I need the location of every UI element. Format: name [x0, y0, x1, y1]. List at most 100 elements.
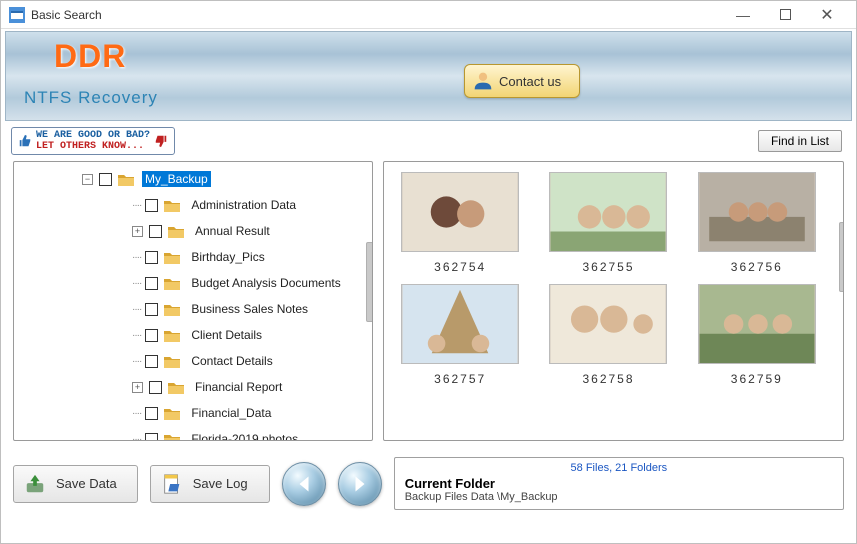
save-log-label: Save Log — [193, 476, 248, 491]
tree-item-label: Annual Result — [192, 223, 273, 239]
close-button[interactable]: ✕ — [806, 3, 848, 27]
save-data-label: Save Data — [56, 476, 117, 491]
tree-item-label: Budget Analysis Documents — [188, 275, 343, 291]
thumbnail-panel: 362754 362755 362756 362757 362758 362759 — [383, 161, 844, 441]
save-log-button[interactable]: Save Log — [150, 465, 270, 503]
checkbox[interactable] — [145, 355, 158, 368]
folder-tree[interactable]: − My_Backup ···· Administration Data + Annu… — [14, 162, 372, 440]
tree-item-label: Contact Details — [188, 353, 275, 369]
tree-item-label: Florida-2019 photos — [188, 431, 301, 440]
thumbnail-item[interactable]: 362754 — [396, 172, 524, 274]
chevron-left-icon — [295, 475, 313, 493]
tree-connector: ···· — [132, 330, 141, 341]
find-in-list-button[interactable]: Find in List — [758, 130, 842, 152]
tree-connector: ···· — [132, 304, 141, 315]
checkbox[interactable] — [149, 225, 162, 238]
tree-item[interactable]: ···· Client Details — [14, 322, 372, 348]
checkbox[interactable] — [145, 251, 158, 264]
feedback-badge[interactable]: WE ARE GOOD OR BAD? LET OTHERS KNOW... — [11, 127, 175, 155]
folder-icon — [164, 303, 180, 316]
checkbox[interactable] — [145, 407, 158, 420]
thumbnail-caption: 362755 — [544, 260, 672, 274]
folder-icon — [168, 381, 184, 394]
tree-connector: ···· — [132, 434, 141, 441]
feedback-line1: WE ARE GOOD OR BAD? — [36, 130, 150, 141]
tree-item-label: Administration Data — [188, 197, 299, 213]
thumbnail-caption: 362759 — [693, 372, 821, 386]
thumbs-up-icon — [18, 134, 32, 148]
tree-item[interactable]: ···· Budget Analysis Documents — [14, 270, 372, 296]
checkbox[interactable] — [145, 303, 158, 316]
thumbnail-caption: 362756 — [693, 260, 821, 274]
tree-root-label: My_Backup — [142, 171, 211, 187]
checkbox[interactable] — [99, 173, 112, 186]
tree-connector: ···· — [132, 278, 141, 289]
save-data-button[interactable]: Save Data — [13, 465, 138, 503]
tree-item[interactable]: ···· Administration Data — [14, 192, 372, 218]
folder-tree-panel: − My_Backup ···· Administration Data + Annu… — [13, 161, 373, 441]
tree-item[interactable]: + Annual Result — [14, 218, 372, 244]
thumbnail-image — [549, 172, 667, 252]
prev-button[interactable] — [282, 462, 326, 506]
tree-item[interactable]: ···· Birthday_Pics — [14, 244, 372, 270]
folder-icon — [164, 329, 180, 342]
chevron-right-icon — [351, 475, 369, 493]
checkbox[interactable] — [145, 329, 158, 342]
tree-item[interactable]: ···· Contact Details — [14, 348, 372, 374]
tree-item[interactable]: ···· Financial_Data — [14, 400, 372, 426]
file-count-label: 58 Files, 21 Folders — [405, 462, 833, 474]
collapse-icon[interactable]: − — [82, 174, 93, 185]
titlebar: Basic Search — ✕ — [1, 1, 856, 29]
thumbnail-image — [549, 284, 667, 364]
tree-item-label: Client Details — [188, 327, 265, 343]
app-icon — [9, 7, 25, 23]
tree-item-label: Financial Report — [192, 379, 285, 395]
tree-connector: ···· — [132, 252, 141, 263]
tree-scrollbar[interactable] — [366, 242, 373, 322]
tree-item-label: Birthday_Pics — [188, 249, 267, 265]
tree-item-label: Business Sales Notes — [188, 301, 311, 317]
checkbox[interactable] — [145, 199, 158, 212]
product-name: NTFS Recovery — [24, 88, 158, 108]
folder-icon — [164, 433, 180, 441]
thumbnail-item[interactable]: 362758 — [544, 284, 672, 386]
tree-item[interactable]: ···· Business Sales Notes — [14, 296, 372, 322]
tree-item[interactable]: ···· Florida-2019 photos — [14, 426, 372, 440]
folder-icon — [118, 173, 134, 186]
next-button[interactable] — [338, 462, 382, 506]
folder-icon — [164, 251, 180, 264]
thumbnail-item[interactable]: 362755 — [544, 172, 672, 274]
folder-icon — [164, 407, 180, 420]
tree-root-row[interactable]: − My_Backup — [14, 166, 372, 192]
thumbnail-image — [401, 284, 519, 364]
folder-icon — [164, 277, 180, 290]
toolbar-row: WE ARE GOOD OR BAD? LET OTHERS KNOW... F… — [1, 125, 856, 157]
checkbox[interactable] — [145, 433, 158, 441]
checkbox[interactable] — [145, 277, 158, 290]
expand-icon[interactable]: + — [132, 382, 143, 393]
log-file-icon — [161, 473, 183, 495]
folder-icon — [164, 355, 180, 368]
thumbnail-caption: 362754 — [396, 260, 524, 274]
expand-icon[interactable]: + — [132, 226, 143, 237]
contact-us-button[interactable]: Contact us — [464, 64, 580, 98]
thumbnail-image — [401, 172, 519, 252]
thumb-scrollbar[interactable] — [839, 222, 844, 292]
footer: Save Data Save Log 58 Files, 21 Folders … — [1, 453, 856, 518]
thumbnail-caption: 362758 — [544, 372, 672, 386]
thumbs-down-icon — [154, 134, 168, 148]
window-title: Basic Search — [31, 8, 722, 22]
tree-connector: ···· — [132, 408, 141, 419]
header-banner: DDR NTFS Recovery Contact us — [5, 31, 852, 121]
tree-connector: ···· — [132, 356, 141, 367]
thumbnail-item[interactable]: 362756 — [693, 172, 821, 274]
current-folder-path: Backup Files Data \My_Backup — [405, 491, 833, 503]
tree-connector: ···· — [132, 200, 141, 211]
thumbnail-item[interactable]: 362759 — [693, 284, 821, 386]
minimize-button[interactable]: — — [722, 3, 764, 27]
tree-item[interactable]: + Financial Report — [14, 374, 372, 400]
maximize-button[interactable] — [764, 3, 806, 27]
checkbox[interactable] — [149, 381, 162, 394]
thumbnail-item[interactable]: 362757 — [396, 284, 524, 386]
tree-item-label: Financial_Data — [188, 405, 274, 421]
